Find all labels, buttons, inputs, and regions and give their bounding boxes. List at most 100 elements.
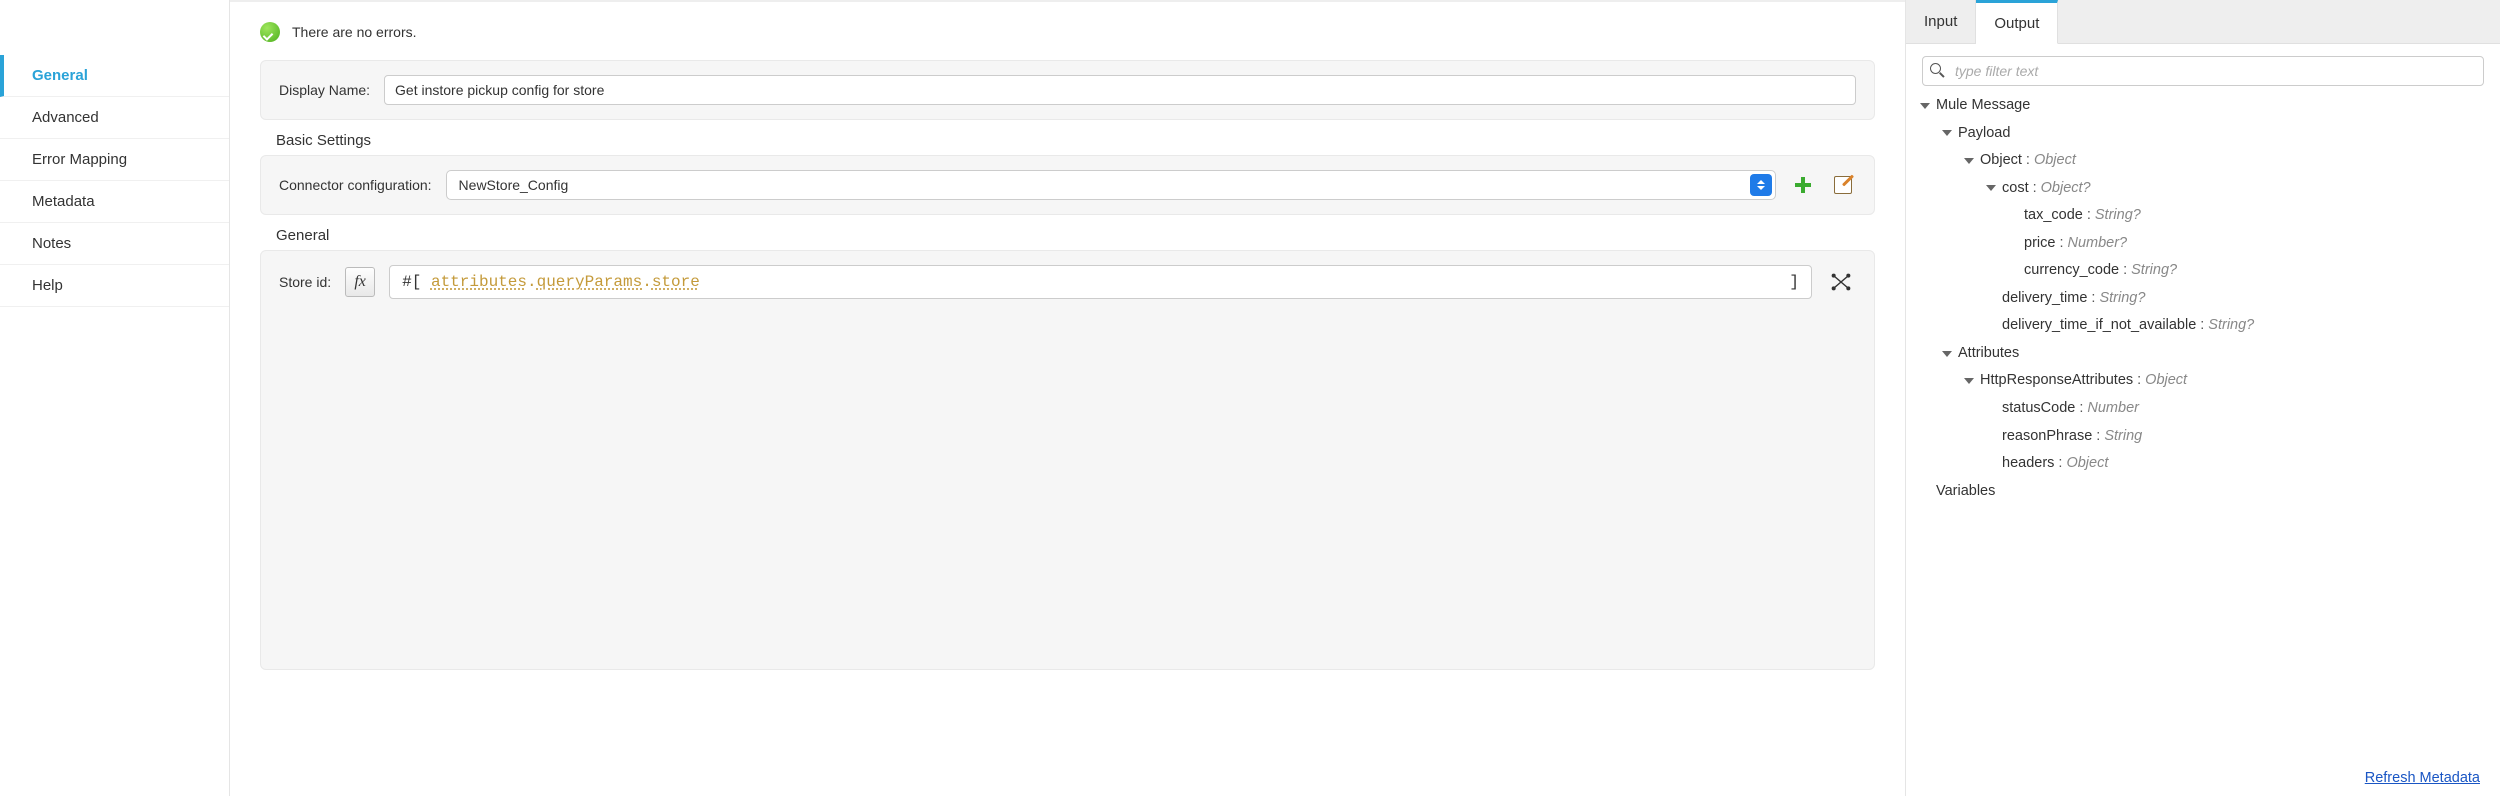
tree-type-separator: :	[2075, 395, 2087, 423]
chevron-down-icon[interactable]	[1918, 99, 1932, 113]
connector-config-label: Connector configuration:	[279, 177, 432, 193]
expr-close: ]	[1789, 273, 1799, 291]
tree-node-name: Attributes	[1958, 340, 2019, 368]
tree-node[interactable]: Attributes	[1918, 340, 2488, 368]
tree-node[interactable]: Object:Object	[1918, 147, 2488, 175]
tree-node[interactable]: cost:Object?	[1918, 175, 2488, 203]
fx-toggle-button[interactable]: fx	[345, 267, 375, 297]
edit-icon	[1834, 176, 1852, 194]
nav-item-general[interactable]: General	[0, 55, 229, 97]
dataweave-icon	[1830, 271, 1852, 293]
tree-node-name: tax_code	[2024, 202, 2083, 230]
tree-node[interactable]: reasonPhrase:String	[1918, 423, 2488, 451]
tree-node-type: Number	[2087, 395, 2139, 423]
tree-node-type: Object	[2034, 147, 2076, 175]
chevron-down-icon[interactable]	[1962, 374, 1976, 388]
tree-node-name: delivery_time	[2002, 285, 2087, 313]
general-panel: Store id: fx # [ attributes . queryParam…	[260, 250, 1875, 670]
chevron-down-icon[interactable]	[1940, 347, 1954, 361]
plus-icon	[1795, 177, 1811, 193]
refresh-metadata-link[interactable]: Refresh Metadata	[2365, 770, 2480, 786]
nav-item-help[interactable]: Help	[0, 265, 229, 307]
tree-node[interactable]: statusCode:Number	[1918, 395, 2488, 423]
expr-part-3: store	[652, 273, 700, 291]
connector-config-select[interactable]	[446, 170, 1776, 200]
config-form: There are no errors. Display Name: Basic…	[230, 0, 1905, 796]
expr-dot-2: .	[642, 273, 652, 291]
tree-node-type: String	[2104, 423, 2142, 451]
tree-node[interactable]: Mule Message	[1918, 92, 2488, 120]
expr-part-1: attributes	[431, 273, 527, 291]
tree-node-name: Variables	[1936, 478, 1995, 506]
tree-node-type: Object?	[2041, 175, 2091, 203]
tree-node[interactable]: Payload	[1918, 120, 2488, 148]
tree-node[interactable]: price:Number?	[1918, 230, 2488, 258]
tree-node-name: Mule Message	[1936, 92, 2030, 120]
tree-node-name: reasonPhrase	[2002, 423, 2092, 451]
basic-settings-heading: Basic Settings	[276, 132, 1875, 149]
chevron-down-icon[interactable]	[1940, 126, 1954, 140]
tree-node-name: HttpResponseAttributes	[1980, 367, 2133, 395]
tree-node[interactable]: headers:Object	[1918, 450, 2488, 478]
chevron-down-icon[interactable]	[1984, 181, 1998, 195]
tree-type-separator: :	[2055, 230, 2067, 258]
display-name-panel: Display Name:	[260, 60, 1875, 120]
check-ok-icon	[260, 22, 280, 42]
left-nav: General Advanced Error Mapping Metadata …	[0, 0, 230, 796]
tab-output[interactable]: Output	[1976, 0, 2058, 44]
tree-type-separator: :	[2029, 175, 2041, 203]
search-icon	[1930, 63, 1944, 77]
tree-type-separator: :	[2133, 367, 2145, 395]
tree-node-type: Object	[2145, 367, 2187, 395]
tree-node[interactable]: delivery_time:String?	[1918, 285, 2488, 313]
tree-node-name: headers	[2002, 450, 2054, 478]
display-name-input[interactable]	[384, 75, 1856, 105]
expr-part-2: queryParams	[537, 273, 643, 291]
tree-type-separator: :	[2083, 202, 2095, 230]
tree-type-separator: :	[2054, 450, 2066, 478]
tree-node-type: Number?	[2067, 230, 2127, 258]
tree-type-separator: :	[2196, 312, 2208, 340]
metadata-tree: Mule MessagePayloadObject:Objectcost:Obj…	[1906, 92, 2500, 509]
tree-node-name: currency_code	[2024, 257, 2119, 285]
tree-node[interactable]: HttpResponseAttributes:Object	[1918, 367, 2488, 395]
tree-node[interactable]: delivery_time_if_not_available:String?	[1918, 312, 2488, 340]
nav-item-advanced[interactable]: Advanced	[0, 97, 229, 139]
nav-item-metadata[interactable]: Metadata	[0, 181, 229, 223]
tree-node-type: String?	[2131, 257, 2177, 285]
display-name-label: Display Name:	[279, 82, 370, 98]
chevron-down-icon[interactable]	[1962, 154, 1976, 168]
expr-hash: #	[402, 273, 412, 291]
basic-settings-panel: Connector configuration:	[260, 155, 1875, 215]
tree-node-type: String?	[2208, 312, 2254, 340]
tree-node-name: statusCode	[2002, 395, 2075, 423]
tree-node-name: Object	[1980, 147, 2022, 175]
metadata-panel: Input Output Mule MessagePayloadObject:O…	[1905, 0, 2500, 796]
io-tabs: Input Output	[1906, 0, 2500, 44]
tree-type-separator: :	[2022, 147, 2034, 175]
status-row: There are no errors.	[260, 22, 1875, 42]
edit-config-button[interactable]	[1830, 172, 1856, 198]
tree-node-name: Payload	[1958, 120, 2010, 148]
metadata-filter-input[interactable]	[1922, 56, 2484, 86]
add-config-button[interactable]	[1790, 172, 1816, 198]
open-expression-editor-button[interactable]	[1826, 267, 1856, 297]
tree-type-separator: :	[2087, 285, 2099, 313]
tree-node-type: String?	[2099, 285, 2145, 313]
nav-item-notes[interactable]: Notes	[0, 223, 229, 265]
tree-node-type: String?	[2095, 202, 2141, 230]
tree-type-separator: :	[2119, 257, 2131, 285]
tree-node[interactable]: currency_code:String?	[1918, 257, 2488, 285]
expr-open: [	[412, 273, 422, 291]
nav-item-error-mapping[interactable]: Error Mapping	[0, 139, 229, 181]
tree-type-separator: :	[2092, 423, 2104, 451]
tab-input[interactable]: Input	[1906, 0, 1976, 43]
tree-node[interactable]: tax_code:String?	[1918, 202, 2488, 230]
expr-dot-1: .	[527, 273, 537, 291]
tree-node-type: Object	[2066, 450, 2108, 478]
tree-node[interactable]: Variables	[1918, 478, 2488, 506]
tree-node-name: price	[2024, 230, 2055, 258]
store-id-label: Store id:	[279, 274, 331, 290]
store-id-expression-input[interactable]: # [ attributes . queryParams . store ]	[389, 265, 1812, 299]
tree-node-name: cost	[2002, 175, 2029, 203]
